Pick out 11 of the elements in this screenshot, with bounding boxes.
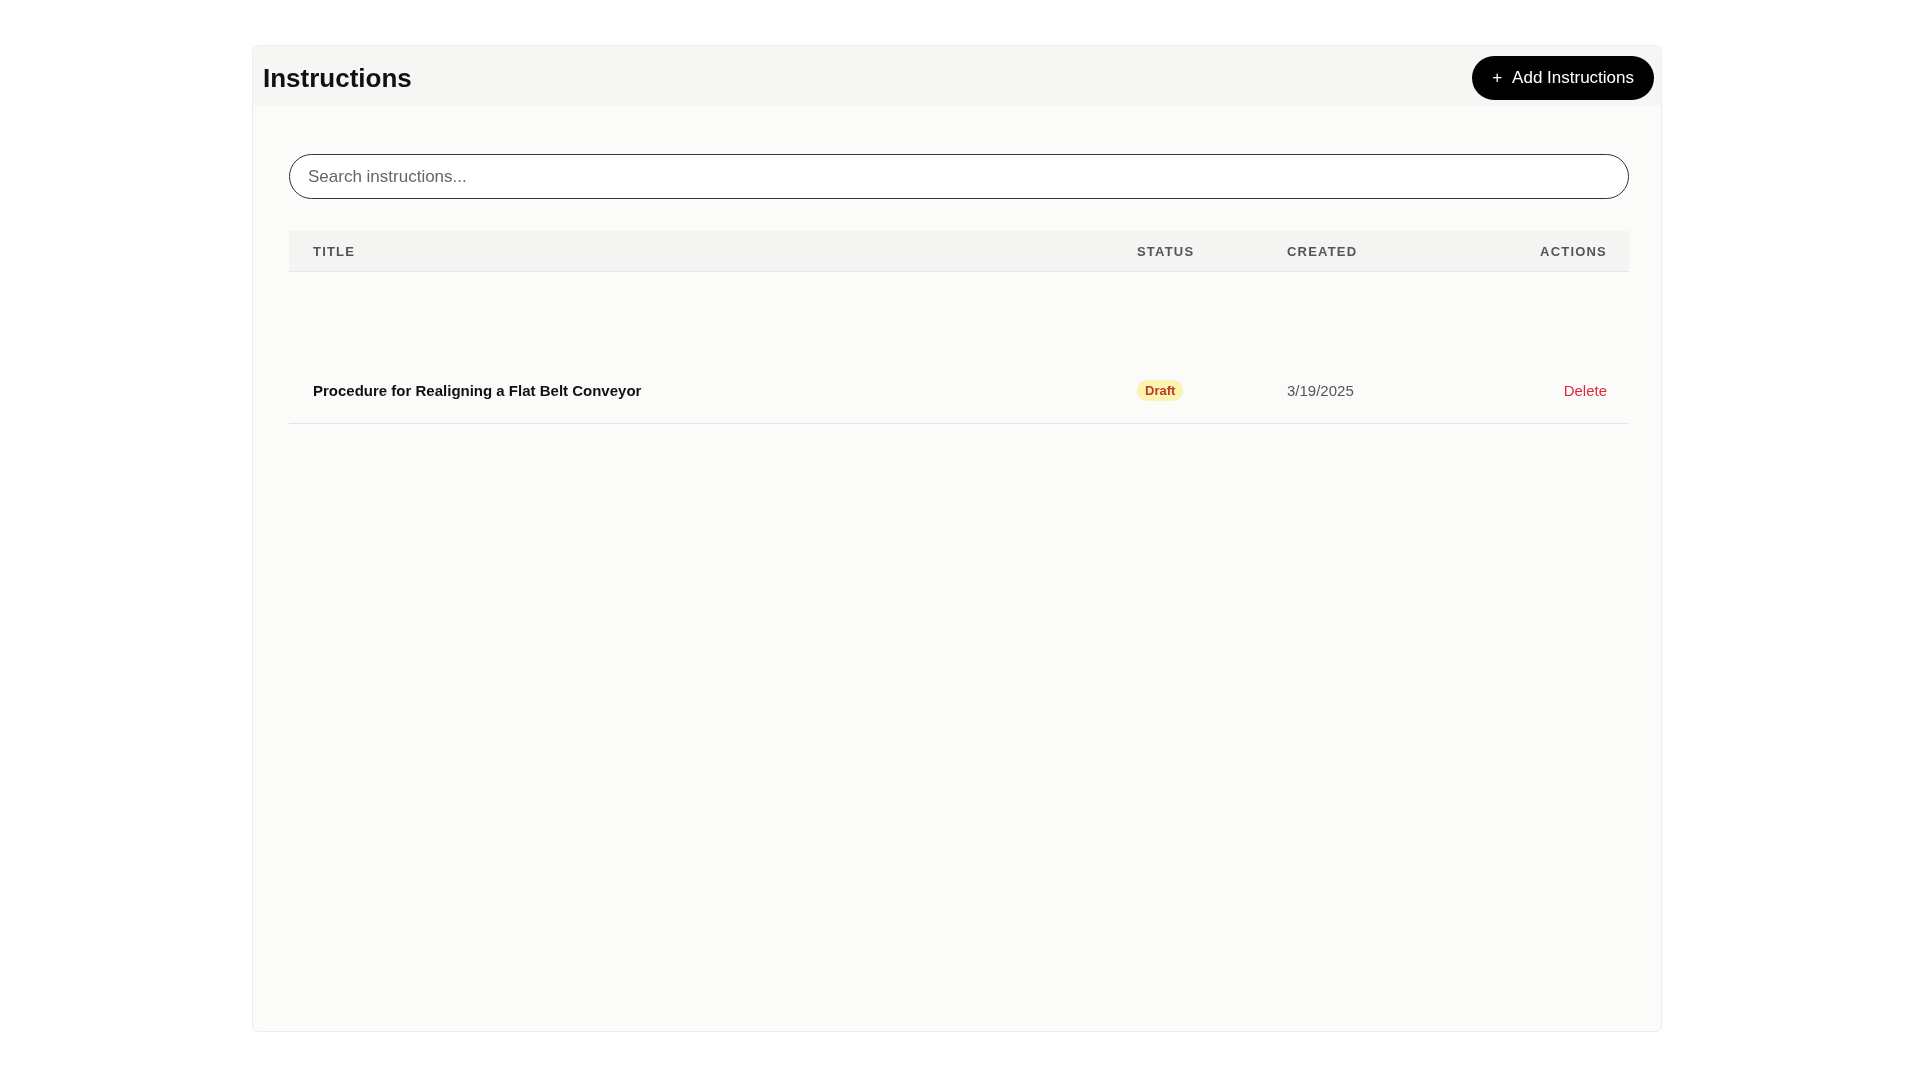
status-badge: Draft <box>1137 380 1184 401</box>
column-header: ACTIONS <box>1539 243 1607 259</box>
search-field[interactable]: Search instructions... <box>289 154 1629 199</box>
title-cell-text: Procedure for Realigning a Flat Belt Conveyor <box>313 382 643 399</box>
column-header: STATUS <box>1137 243 1196 259</box>
column-header: TITLE <box>313 243 357 259</box>
delete-link[interactable]: Delete <box>1563 382 1607 399</box>
add-instructions-button[interactable]: + Add Instructions <box>1472 56 1654 100</box>
date-cell-text: 3/19/2025 <box>1287 382 1355 399</box>
page-title: Instructions <box>263 62 412 94</box>
column-header: CREATED <box>1287 243 1359 259</box>
